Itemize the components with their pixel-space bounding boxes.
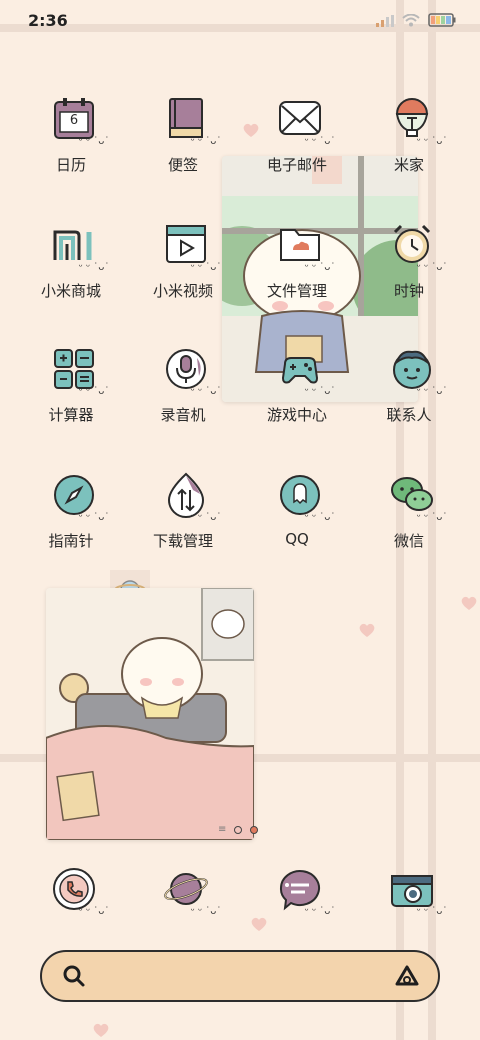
face-decoration: ᵕ ᵕ ˙ᴗ˙ bbox=[416, 512, 448, 523]
face-decoration: ᵕ ᵕ ˙ᴗ˙ bbox=[304, 136, 336, 147]
face-decoration: ᵕ ᵕ ˙ᴗ˙ bbox=[78, 386, 110, 397]
face-decoration: ᵕ ᵕ ˙ᴗ˙ bbox=[78, 906, 110, 917]
status-time: 2:36 bbox=[28, 11, 68, 30]
face-decoration: ᵕ ᵕ ˙ᴗ˙ bbox=[304, 262, 336, 273]
wifi-icon bbox=[402, 12, 420, 31]
face-decoration: ᵕ ᵕ ˙ᴗ˙ bbox=[416, 262, 448, 273]
heart-icon bbox=[358, 622, 375, 637]
app-label: 微信 bbox=[393, 532, 424, 550]
face-decoration: ᵕ ᵕ ˙ᴗ˙ bbox=[416, 386, 448, 397]
face-decoration: ᵕ ᵕ ˙ᴗ˙ bbox=[416, 906, 448, 917]
app-contacts[interactable]: ᵕ ᵕ ˙ᴗ˙ 联系人 bbox=[354, 346, 464, 456]
menu-lines-icon: ≡ bbox=[218, 824, 227, 835]
app-compass[interactable]: ᵕ ᵕ ˙ᴗ˙ 指南针 bbox=[16, 472, 126, 582]
app-label: 小米商城 bbox=[40, 282, 101, 300]
page-dot[interactable] bbox=[234, 825, 243, 834]
app-mi-store[interactable]: ᵕ ᵕ ˙ᴗ˙ 小米商城 bbox=[16, 222, 126, 332]
app-qq[interactable]: ᵕ ᵕ ˙ᴗ˙ QQ bbox=[242, 472, 352, 582]
face-decoration: ᵕ ᵕ ˙ᴗ˙ bbox=[190, 906, 222, 917]
face-decoration: ᵕ ᵕ ˙ᴗ˙ bbox=[78, 262, 110, 273]
app-label: 日历 bbox=[55, 156, 86, 174]
search-bar[interactable] bbox=[40, 950, 440, 1002]
app-label: 下载管理 bbox=[152, 532, 213, 550]
heart-icon bbox=[92, 1022, 109, 1037]
app-game-center[interactable]: ᵕ ᵕ ˙ᴗ˙ 游戏中心 bbox=[242, 346, 352, 456]
face-decoration: ᵕ ᵕ ˙ᴗ˙ bbox=[416, 136, 448, 147]
face-decoration: ᵕ ᵕ ˙ᴗ˙ bbox=[304, 386, 336, 397]
bedroom-photo-widget[interactable] bbox=[46, 588, 254, 840]
app-label: 联系人 bbox=[386, 406, 432, 424]
face-decoration: ᵕ ᵕ ˙ᴗ˙ bbox=[304, 512, 336, 523]
app-recorder[interactable]: ᵕ ᵕ ˙ᴗ˙ 录音机 bbox=[128, 346, 238, 456]
app-wechat[interactable]: ᵕ ᵕ ˙ᴗ˙ 微信 bbox=[354, 472, 464, 582]
app-mi-video[interactable]: ᵕ ᵕ ˙ᴗ˙ 小米视频 bbox=[128, 222, 238, 332]
app-file-manager[interactable]: ᵕ ᵕ ˙ᴗ˙ 文件管理 bbox=[242, 222, 352, 332]
app-label: 指南针 bbox=[48, 532, 94, 550]
battery-icon bbox=[428, 12, 456, 31]
signal-icon bbox=[376, 12, 394, 31]
app-label: QQ bbox=[285, 530, 309, 548]
app-label: 录音机 bbox=[160, 406, 206, 424]
face-decoration: ᵕ ᵕ ˙ᴗ˙ bbox=[190, 136, 222, 147]
app-label: 便签 bbox=[167, 156, 198, 174]
page-indicator[interactable]: ≡ bbox=[218, 824, 259, 835]
calendar-day-number: 6 bbox=[69, 113, 79, 128]
app-downloads[interactable]: ᵕ ᵕ ˙ᴗ˙ 下载管理 bbox=[128, 472, 238, 582]
app-mijia[interactable]: ᵕ ᵕ ˙ᴗ˙ 米家 bbox=[354, 96, 464, 206]
status-bar: 2:36 bbox=[0, 0, 480, 40]
app-label: 计算器 bbox=[48, 406, 94, 424]
face-decoration: ᵕ ᵕ ˙ᴗ˙ bbox=[190, 386, 222, 397]
page-dot-active[interactable] bbox=[250, 825, 259, 834]
status-icons bbox=[376, 12, 456, 31]
heart-icon bbox=[460, 595, 477, 610]
search-icon[interactable] bbox=[62, 964, 86, 992]
app-calculator[interactable]: ᵕ ᵕ ˙ᴗ˙ 计算器 bbox=[16, 346, 126, 456]
app-label: 小米视频 bbox=[152, 282, 213, 300]
app-label: 游戏中心 bbox=[266, 406, 327, 424]
app-clock[interactable]: ᵕ ᵕ ˙ᴗ˙ 时钟 bbox=[354, 222, 464, 332]
app-label: 时钟 bbox=[393, 282, 424, 300]
app-email[interactable]: ᵕ ᵕ ˙ᴗ˙ 电子邮件 bbox=[242, 96, 352, 206]
face-decoration: ᵕ ᵕ ˙ᴗ˙ bbox=[78, 136, 110, 147]
app-label: 文件管理 bbox=[266, 282, 327, 300]
face-decoration: ᵕ ᵕ ˙ᴗ˙ bbox=[190, 262, 222, 273]
app-notes[interactable]: ᵕ ᵕ ˙ᴗ˙ 便签 bbox=[128, 96, 238, 206]
face-decoration: ᵕ ᵕ ˙ᴗ˙ bbox=[304, 906, 336, 917]
assistant-icon[interactable] bbox=[394, 964, 420, 992]
app-label: 米家 bbox=[393, 156, 424, 174]
app-calendar[interactable]: 6 ᵕ ᵕ ˙ᴗ˙ 日历 bbox=[16, 96, 126, 206]
face-decoration: ᵕ ᵕ ˙ᴗ˙ bbox=[190, 512, 222, 523]
face-decoration: ᵕ ᵕ ˙ᴗ˙ bbox=[78, 512, 110, 523]
app-label: 电子邮件 bbox=[266, 156, 327, 174]
